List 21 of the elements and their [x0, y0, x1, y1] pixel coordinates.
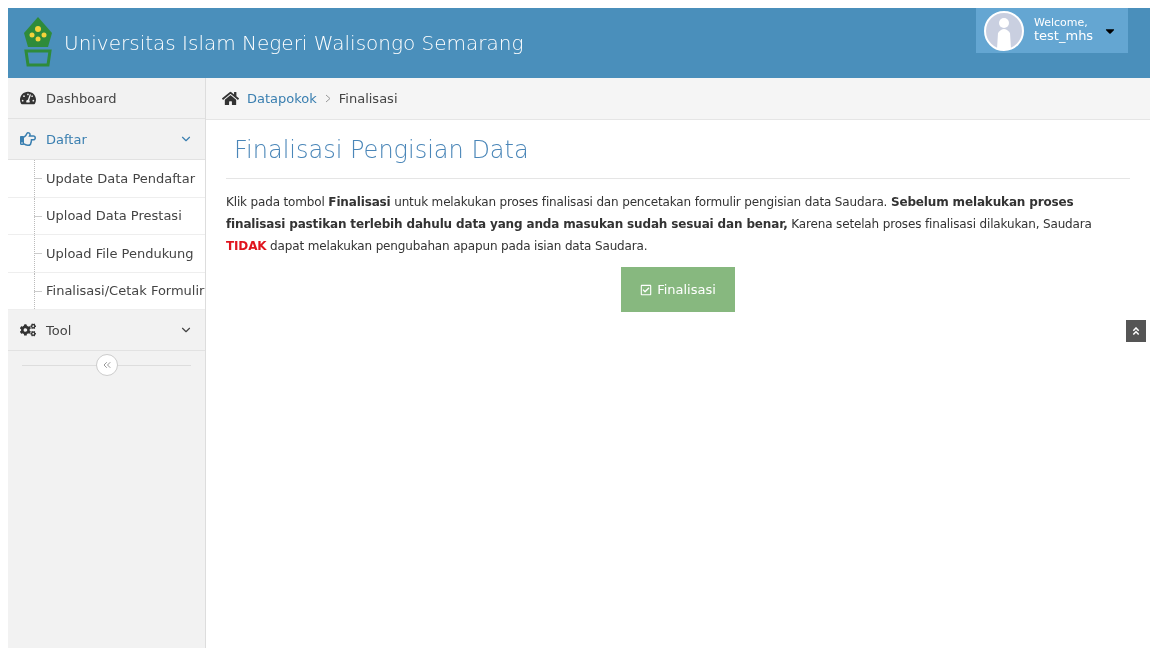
avatar-icon	[984, 10, 1024, 51]
breadcrumb-current: Finalisasi	[338, 91, 398, 106]
page-title: Finalisasi Pengisian Data	[234, 135, 530, 166]
sidebar-item[interactable]: Dashboard	[8, 78, 205, 119]
hand-pointer-icon	[20, 131, 36, 147]
sidebar-item[interactable]: Tool	[8, 310, 205, 351]
submenu-item[interactable]: Update Data Pendaftar	[8, 160, 205, 198]
instruction-text: Klik pada tombol Finalisasi untuk melakukan proses finalisasi dan pencetakan formulir pengisian data Saudara. Sebelum melakukan proses finalisasi pastikan terlebih dahulu data yang anda masukan sudah sesuai dan benar, Karena setelah proses finalisasi dilakukan, Saudara TIDAK dapat melakukan pengubahan apapun pada isian data Saudara.	[226, 194, 1093, 255]
submenu-item[interactable]: Upload Data Prestasi	[8, 197, 205, 235]
dashboard-icon	[20, 90, 36, 106]
breadcrumb-link[interactable]: Datapokok	[247, 91, 317, 106]
submenu-item[interactable]: Upload File Pendukung	[8, 235, 205, 273]
user-name: test_mhs	[1034, 29, 1094, 44]
scroll-top-button[interactable]	[1126, 320, 1146, 342]
double-chevron-icon	[1131, 326, 1141, 336]
checkbox-icon	[640, 283, 653, 296]
site-title: Universitas Islam Negeri Walisongo Semarang	[64, 31, 524, 55]
home-icon[interactable]	[222, 90, 239, 107]
welcome-text: Welcome,	[1034, 17, 1089, 30]
gears-icon	[20, 322, 36, 338]
submenu-item[interactable]: Finalisasi/Cetak Formulir	[8, 272, 205, 310]
